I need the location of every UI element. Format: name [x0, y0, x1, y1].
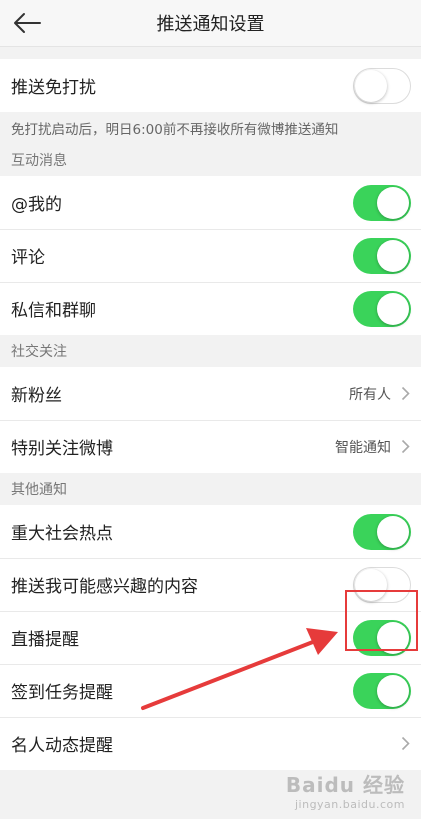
celebrity-label: 名人动态提醒	[11, 736, 113, 756]
watermark-line1: Baidu 经验	[285, 773, 405, 797]
toggle-knob	[355, 69, 387, 102]
spacer	[0, 47, 421, 59]
section-social: 社交关注	[0, 335, 421, 367]
row-special-follow[interactable]: 特别关注微博 智能通知	[0, 420, 421, 473]
mentions-toggle[interactable]	[353, 184, 411, 221]
special-follow-label: 特别关注微博	[11, 439, 113, 459]
section-other: 其他通知	[0, 473, 421, 505]
row-mentions: @我的	[0, 176, 421, 229]
header: 推送通知设置	[0, 0, 421, 47]
back-button[interactable]	[10, 6, 44, 40]
interests-label: 推送我可能感兴趣的内容	[11, 577, 198, 597]
dnd-label: 推送免打扰	[11, 78, 96, 98]
chevron-right-icon	[399, 439, 411, 455]
section-interaction: 互动消息	[0, 144, 421, 176]
watermark-line2: jingyan.baidu.com	[294, 798, 405, 811]
messages-label: 私信和群聊	[11, 301, 96, 321]
row-celebrity[interactable]: 名人动态提醒	[0, 717, 421, 770]
comments-label: 评论	[11, 248, 45, 268]
dnd-row: 推送免打扰	[0, 59, 421, 112]
new-fans-label: 新粉丝	[11, 386, 62, 406]
row-live: 直播提醒	[0, 611, 421, 664]
dnd-toggle[interactable]	[353, 67, 411, 104]
row-hot-topics: 重大社会热点	[0, 505, 421, 558]
messages-toggle[interactable]	[353, 290, 411, 327]
row-checkin: 签到任务提醒	[0, 664, 421, 717]
new-fans-value: 所有人	[349, 386, 391, 403]
toggle-knob	[355, 568, 387, 601]
toggle-knob	[377, 515, 409, 548]
checkin-toggle[interactable]	[353, 672, 411, 709]
interests-toggle[interactable]	[353, 566, 411, 603]
row-interests: 推送我可能感兴趣的内容	[0, 558, 421, 611]
hot-topics-label: 重大社会热点	[11, 524, 113, 544]
chevron-right-icon	[399, 736, 411, 752]
toggle-knob	[377, 292, 409, 325]
row-comments: 评论	[0, 229, 421, 282]
row-messages: 私信和群聊	[0, 282, 421, 335]
mentions-label: @我的	[11, 195, 62, 215]
live-label: 直播提醒	[11, 630, 79, 650]
comments-toggle[interactable]	[353, 237, 411, 274]
toggle-knob	[377, 621, 409, 654]
toggle-knob	[377, 186, 409, 219]
toggle-knob	[377, 674, 409, 707]
special-follow-value: 智能通知	[335, 439, 391, 456]
watermark: Baidu 经验 jingyan.baidu.com	[286, 769, 405, 811]
hot-topics-toggle[interactable]	[353, 513, 411, 550]
live-toggle[interactable]	[353, 619, 411, 656]
toggle-knob	[377, 239, 409, 272]
row-new-fans[interactable]: 新粉丝 所有人	[0, 367, 421, 420]
checkin-label: 签到任务提醒	[11, 683, 113, 703]
chevron-right-icon	[399, 386, 411, 402]
dnd-note: 免打扰启动后，明日6:00前不再接收所有微博推送通知	[0, 112, 421, 144]
arrow-left-icon	[14, 13, 41, 33]
page-title: 推送通知设置	[156, 14, 265, 35]
